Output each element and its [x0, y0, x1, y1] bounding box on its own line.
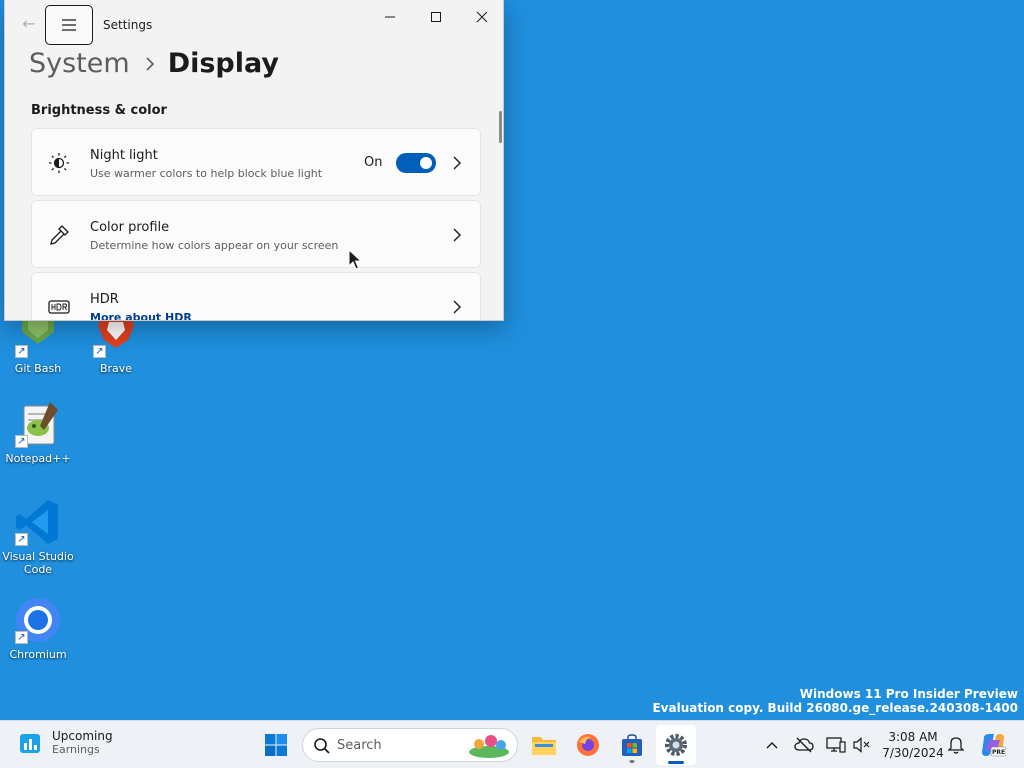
desktop-icon-notepadpp[interactable]: ↗ Notepad++ — [0, 400, 76, 465]
back-arrow-icon: ← — [22, 14, 36, 33]
more-about-hdr-link[interactable]: More about HDR — [90, 311, 192, 320]
widget-subtitle: Earnings — [52, 743, 100, 756]
notepadpp-icon: ↗ — [14, 400, 62, 448]
windows-logo-icon — [265, 734, 287, 756]
stocks-chart-icon — [20, 733, 40, 753]
color-profile-title: Color profile — [90, 220, 170, 235]
onedrive-tray-button[interactable] — [792, 733, 816, 757]
desktop-icon-vscode[interactable]: ↗ Visual Studio Code — [0, 498, 76, 576]
bell-icon — [948, 737, 964, 754]
chevron-right-icon — [453, 228, 461, 242]
mouse-cursor-icon — [348, 249, 362, 270]
taskbar: Upcoming Earnings Search 3:08 AM 7/30/20… — [0, 720, 1024, 768]
close-icon — [476, 11, 488, 23]
night-light-description: Use warmer colors to help block blue lig… — [90, 167, 323, 180]
eyedropper-icon — [47, 223, 71, 247]
back-button[interactable]: ← — [15, 10, 43, 38]
hdr-card[interactable]: HDR More about HDR — [31, 272, 481, 320]
clock-time: 3:08 AM — [888, 730, 938, 744]
page-title: Display — [167, 48, 279, 79]
maximize-icon — [431, 12, 441, 22]
maximize-button[interactable] — [413, 0, 459, 34]
desktop-icon-label: Notepad++ — [5, 452, 71, 465]
desktop-icon-chromium[interactable]: ↗ Chromium — [0, 596, 76, 661]
network-tray-button[interactable] — [824, 733, 848, 757]
hamburger-icon — [62, 19, 76, 31]
file-explorer-button[interactable] — [524, 725, 564, 765]
breadcrumb: System Display — [29, 46, 279, 82]
color-profile-description: Determine how colors appear on your scre… — [90, 239, 339, 252]
minimize-button[interactable] — [367, 0, 413, 34]
vscode-icon: ↗ — [14, 498, 62, 546]
desktop-icon-label: Chromium — [9, 648, 67, 661]
clock-date: 7/30/2024 — [882, 746, 944, 760]
night-light-title: Night light — [90, 148, 158, 163]
night-light-state: On — [364, 155, 383, 170]
firefox-icon — [577, 734, 599, 756]
show-hidden-icons-button[interactable] — [760, 733, 784, 757]
chevron-right-icon — [146, 57, 154, 71]
chevron-right-icon — [453, 300, 461, 314]
night-light-toggle[interactable] — [396, 153, 436, 173]
brightness-icon — [47, 151, 71, 175]
notifications-button[interactable] — [944, 733, 968, 757]
microsoft-store-button[interactable] — [612, 725, 652, 765]
start-button[interactable] — [256, 725, 296, 765]
toggle-knob — [420, 157, 432, 169]
clock-button[interactable]: 3:08 AM 7/30/2024 — [878, 729, 948, 761]
title-bar[interactable]: ← Settings — [5, 0, 503, 50]
copilot-button[interactable]: PRE — [978, 733, 1008, 757]
firefox-button[interactable] — [568, 725, 608, 765]
breadcrumb-system[interactable]: System — [29, 46, 130, 82]
close-button[interactable] — [459, 0, 503, 34]
hdr-title: HDR — [90, 292, 119, 307]
watermark-line-2: Evaluation copy. Build 26080.ge_release.… — [652, 701, 1018, 715]
section-title: Brightness & color — [31, 103, 167, 118]
desktop-icon-label: Brave — [99, 362, 133, 375]
minimize-icon — [385, 16, 395, 18]
watermark-line-1: Windows 11 Pro Insider Preview — [799, 687, 1018, 701]
speaker-muted-icon — [853, 737, 870, 753]
store-bag-icon — [622, 734, 642, 756]
settings-taskbar-button[interactable] — [656, 725, 696, 765]
chevron-up-icon — [766, 742, 778, 749]
search-highlight-icon — [469, 735, 509, 758]
scrollbar-thumb[interactable] — [499, 111, 502, 143]
desktop-icon-label: Git Bash — [14, 362, 62, 375]
svg-text:PRE: PRE — [992, 749, 1005, 756]
chromium-icon: ↗ — [14, 596, 62, 644]
volume-tray-button[interactable] — [850, 733, 874, 757]
folder-icon — [532, 737, 556, 755]
navigation-menu-button[interactable] — [45, 5, 93, 45]
gear-icon — [665, 734, 687, 756]
search-icon — [314, 738, 330, 754]
active-app-indicator — [668, 761, 684, 764]
night-light-card[interactable]: Night light Use warmer colors to help bl… — [31, 128, 481, 196]
widgets-button[interactable]: Upcoming Earnings — [18, 729, 113, 756]
settings-window: ← Settings System Display Brightness & c… — [4, 0, 504, 321]
taskbar-search[interactable] — [302, 728, 518, 762]
running-indicator — [629, 760, 635, 763]
search-input[interactable] — [337, 736, 467, 754]
evaluation-watermark: Windows 11 Pro Insider Preview Evaluatio… — [652, 687, 1018, 715]
desktop-icon-label: Visual Studio Code — [2, 550, 74, 576]
widget-title: Upcoming — [52, 729, 113, 743]
network-icon — [826, 737, 846, 753]
app-title: Settings — [103, 18, 153, 32]
cloud-offline-icon — [794, 737, 814, 753]
hdr-icon — [47, 295, 71, 319]
color-profile-card[interactable]: Color profile Determine how colors appea… — [31, 200, 481, 268]
copilot-icon: PRE — [982, 734, 1006, 757]
chevron-right-icon — [453, 156, 461, 170]
